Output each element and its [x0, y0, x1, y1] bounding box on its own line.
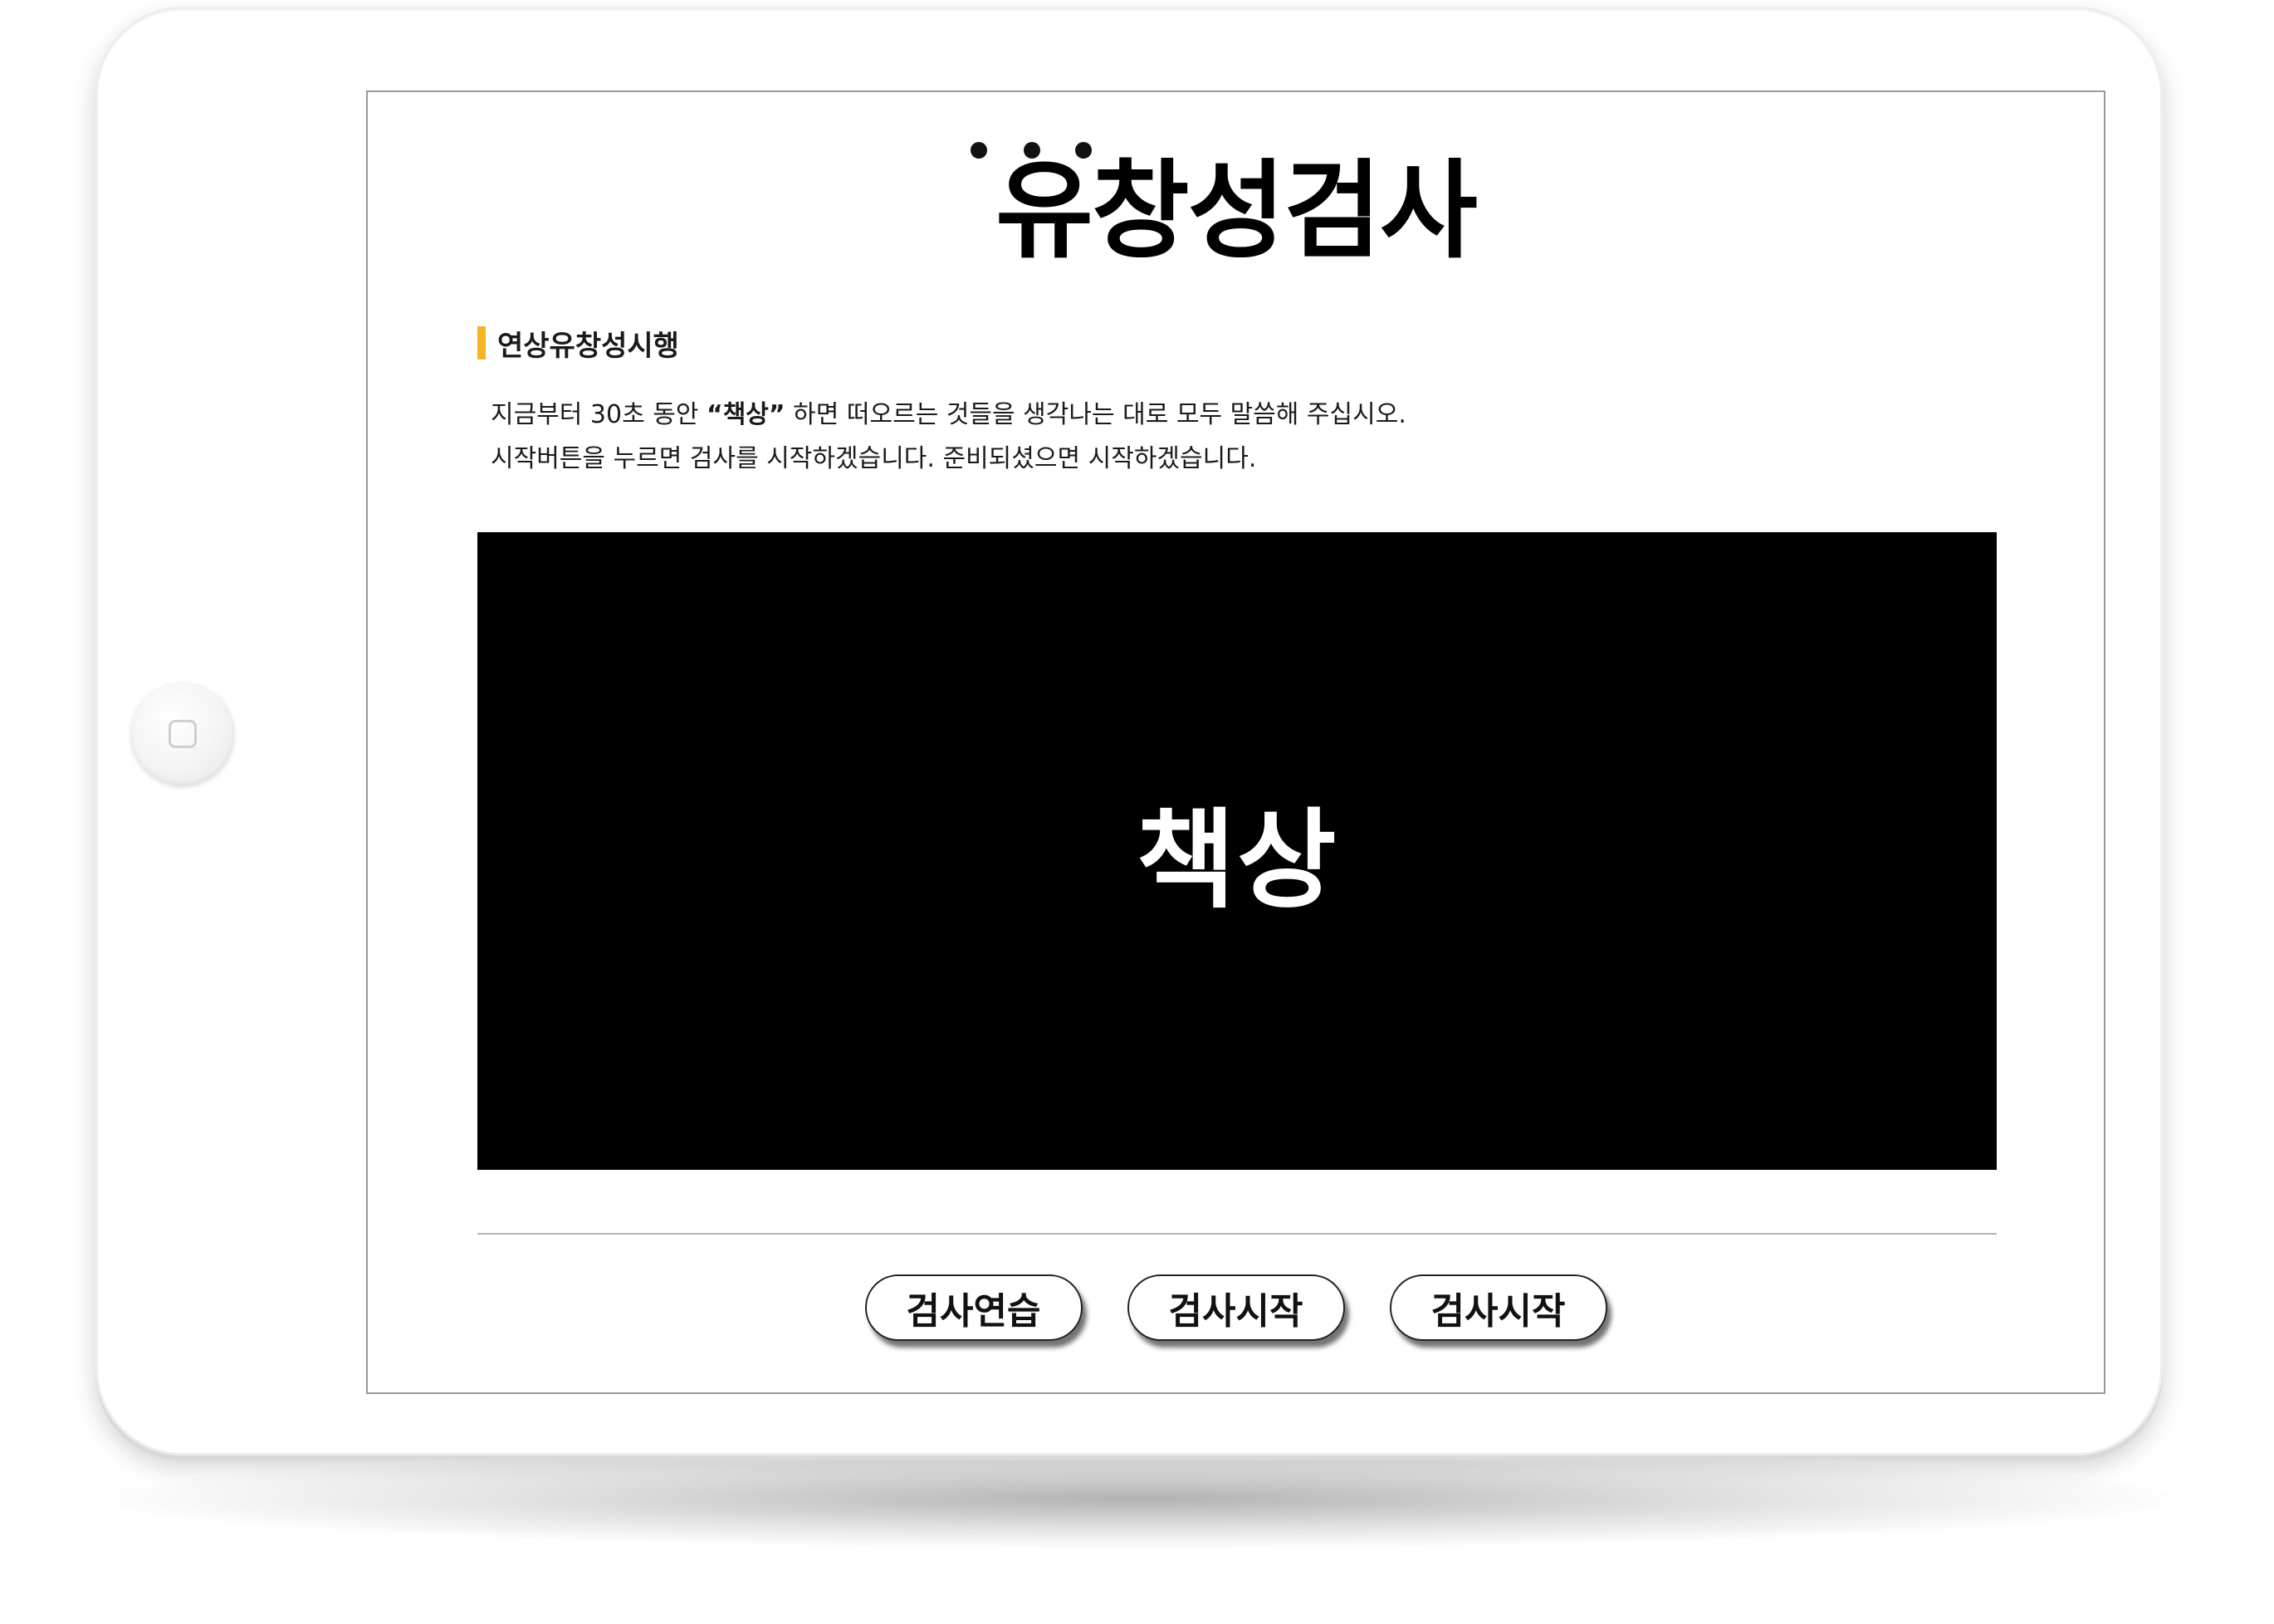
section-heading-label: 연상유창성시행 [497, 329, 679, 363]
screen: 유창성검사 연상유창성시행 지금부터 30초 동안 “책상” 하면 떠오르는 것… [366, 90, 2105, 1394]
start-test-button-2[interactable]: 검사시작 [1389, 1274, 1607, 1341]
section-heading: 연상유창성시행 [477, 326, 679, 363]
practice-test-button[interactable]: 검사연습 [864, 1274, 1083, 1341]
home-button[interactable] [131, 682, 234, 785]
instructions: 지금부터 30초 동안 “책상” 하면 떠오르는 것들을 생각나는 대로 모두 … [491, 393, 1406, 481]
instruction-text: 하면 떠오르는 것들을 생각나는 대로 모두 말씀해 주십시오. [785, 400, 1406, 429]
page-title: 유창성검사 [995, 149, 1478, 273]
stimulus-word: 책상 [1136, 797, 1338, 923]
divider [477, 1233, 1997, 1235]
device-shadow [100, 1449, 2175, 1548]
home-square-icon [169, 720, 197, 748]
section-accent-bar [477, 326, 486, 360]
tablet-frame: 유창성검사 연상유창성시행 지금부터 30초 동안 “책상” 하면 떠오르는 것… [95, 7, 2163, 1455]
instruction-line-2: 시작버튼을 누르면 검사를 시작하겠습니다. 준비되셨으면 시작하겠습니다. [491, 444, 1257, 473]
instruction-keyword: “책상” [706, 400, 785, 429]
instruction-line-1: 지금부터 30초 동안 “책상” 하면 떠오르는 것들을 생각나는 대로 모두 … [491, 393, 1406, 437]
stimulus-panel: 책상 [477, 532, 1997, 1170]
start-test-button[interactable]: 검사시작 [1127, 1274, 1345, 1341]
button-row: 검사연습 검사시작 검사시작 [368, 1274, 2104, 1341]
stage: 유창성검사 연상유창성시행 지금부터 30초 동안 “책상” 하면 떠오르는 것… [0, 0, 2274, 1624]
instruction-text: 지금부터 30초 동안 [491, 400, 707, 429]
